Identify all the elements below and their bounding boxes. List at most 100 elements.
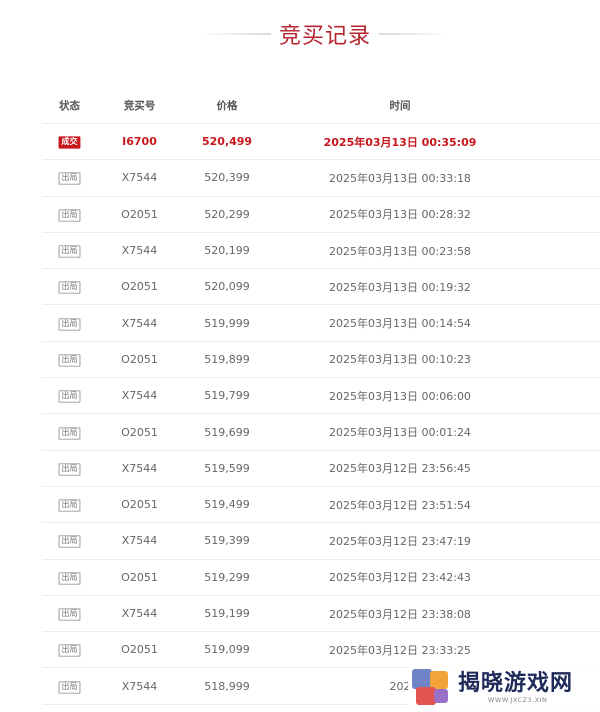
- bid-code: X7544: [121, 461, 158, 475]
- status-badge: 出局: [58, 390, 81, 403]
- bid-code: O2051: [121, 498, 158, 512]
- column-header-code: 竞买号: [123, 100, 156, 112]
- status-badge: 出局: [58, 209, 81, 222]
- status-badge: 成交: [58, 136, 81, 149]
- bid-code: O2051: [121, 570, 158, 584]
- status-cell: 出局: [42, 279, 97, 295]
- status-badge: 出局: [58, 572, 81, 585]
- status-badge: 出局: [58, 680, 81, 694]
- bid-code: X7544: [121, 316, 158, 330]
- table-row: 成交 I6700 520,499 2025年03月13日 00:35:09: [42, 124, 600, 161]
- bid-price: 520,299: [204, 207, 250, 221]
- table-row: 出局 O2051 519,899 2025年03月13日 00:10:23: [42, 342, 600, 379]
- bid-price: 519,799: [204, 389, 250, 403]
- table-row: 出局 X7544 519,799 2025年03月13日 00:06:00: [42, 378, 600, 415]
- bid-time: 2025年03月13日 00:06:00: [329, 389, 471, 403]
- bid-time: 2025年03月13日 00:14:54: [329, 317, 471, 331]
- bid-time: 2025年03月13日 00:35:09: [323, 135, 477, 149]
- status-cell: 出局: [42, 533, 97, 549]
- bid-time: 2025年03月12日 23:47:19: [329, 534, 471, 548]
- bid-price: 519,199: [204, 607, 250, 620]
- status-badge: 出局: [58, 535, 81, 549]
- status-cell: 出局: [42, 570, 97, 585]
- bid-time: 2025年03月12日 23:33:25: [329, 643, 471, 657]
- status-cell: 成交: [42, 134, 97, 149]
- bid-code: O2051: [121, 280, 158, 294]
- table-row: 出局 O2051 519,099 2025年03月12日 23:33:25: [42, 632, 600, 669]
- table-row: 出局 O2051 519,499 2025年03月12日 23:51:54: [42, 487, 600, 524]
- bid-price: 519,499: [204, 498, 250, 512]
- watermark-url: WWW.JXCZ3.XIN: [488, 696, 548, 704]
- bid-code: X7544: [121, 389, 158, 403]
- status-badge: 出局: [58, 463, 81, 476]
- status-badge: 出局: [58, 245, 81, 258]
- status-badge: 出局: [58, 499, 81, 512]
- bid-code: X7544: [121, 171, 158, 185]
- bid-code: X7544: [121, 534, 158, 548]
- bid-time: 2025年03月13日 00:23:58: [329, 244, 471, 258]
- bid-code: O2051: [121, 207, 158, 221]
- bid-code: O2051: [121, 352, 158, 366]
- bid-price: 519,099: [204, 643, 250, 657]
- table-row: 出局 X7544 519,199 2025年03月12日 23:38:08: [42, 596, 600, 633]
- bid-price: 519,899: [204, 352, 250, 366]
- bid-price: 520,199: [204, 244, 250, 258]
- status-cell: 出局: [42, 388, 97, 403]
- column-header-status: 状态: [59, 100, 80, 112]
- bid-price: 519,999: [204, 316, 250, 330]
- status-badge: 出局: [58, 644, 81, 657]
- bid-price: 519,599: [204, 461, 250, 475]
- status-cell: 出局: [42, 316, 97, 331]
- bid-price: 519,299: [204, 570, 250, 584]
- bid-time: 2025年03月12日 23:51:54: [329, 498, 471, 512]
- status-badge: 出局: [58, 317, 81, 331]
- title-divider-left: [200, 33, 271, 35]
- bid-time: 2025年03月13日 00:19:32: [329, 280, 471, 294]
- bid-price: 520,499: [201, 135, 253, 149]
- status-badge: 出局: [58, 354, 81, 367]
- bid-record-table: 状态 竞买号 价格 时间 成交 I6700 520,499 2025年03月13日 0…: [42, 88, 600, 705]
- status-cell: 出局: [42, 606, 97, 621]
- status-cell: 出局: [42, 642, 97, 657]
- watermark-name: 揭晓游戏网: [458, 671, 574, 696]
- table-row: 出局 O2051 520,099 2025年03月13日 00:19:32: [42, 269, 600, 306]
- table-row: 出局 O2051 520,299 2025年03月13日 00:28:32: [42, 197, 600, 233]
- table-row: 出局 X7544 519,399 2025年03月12日 23:47:19: [42, 523, 600, 560]
- bid-code: X7544: [121, 244, 158, 258]
- bid-time: 2025年03月12日 23:56:45: [329, 462, 471, 476]
- status-cell: 出局: [42, 425, 97, 440]
- status-cell: 出局: [42, 207, 97, 222]
- table-row: 出局 O2051 519,699 2025年03月13日 00:01:24: [42, 414, 600, 451]
- bid-code: O2051: [121, 425, 158, 439]
- bid-price: 520,099: [204, 280, 250, 294]
- bid-code: I6700: [122, 135, 157, 149]
- section-header: 竞买记录: [0, 18, 600, 50]
- status-cell: 出局: [42, 243, 97, 258]
- table-row: 出局 X7544 519,599 2025年03月12日 23:56:45: [42, 451, 600, 487]
- column-header-price: 价格: [216, 100, 238, 112]
- bid-price: 520,399: [204, 171, 250, 185]
- column-header-time: 时间: [389, 100, 411, 112]
- status-badge: 出局: [58, 426, 81, 440]
- bid-time: 2025年03月13日 00:10:23: [329, 353, 471, 367]
- page-title: 竞买记录: [278, 24, 371, 49]
- status-cell: 出局: [42, 679, 97, 694]
- bid-price: 519,399: [204, 534, 250, 548]
- bid-time: 2025年03月13日 00:33:18: [329, 171, 471, 185]
- site-watermark: 揭晓游戏网 WWW.JXCZ3.XIN: [408, 664, 600, 712]
- table-body: 成交 I6700 520,499 2025年03月13日 00:35:09 出局 X754…: [42, 124, 600, 705]
- status-badge: 出局: [58, 172, 81, 186]
- bid-price: 518,999: [204, 679, 250, 693]
- bid-time: 2025年03月12日 23:42:43: [329, 571, 471, 585]
- status-cell: 出局: [42, 497, 97, 512]
- table-header-row: 状态 竞买号 价格 时间: [42, 88, 600, 124]
- title-divider-right: [379, 33, 449, 35]
- status-cell: 出局: [42, 352, 97, 367]
- status-cell: 出局: [42, 170, 97, 186]
- bid-code: X7544: [121, 679, 158, 693]
- bid-time: 2025年03月13日 00:28:32: [329, 208, 471, 222]
- table-row: 出局 X7544 520,199 2025年03月13日 00:23:58: [42, 233, 600, 270]
- status-badge: 出局: [58, 281, 81, 295]
- table-row: 出局 X7544 519,999 2025年03月13日 00:14:54: [42, 305, 600, 342]
- bid-code: X7544: [121, 607, 158, 620]
